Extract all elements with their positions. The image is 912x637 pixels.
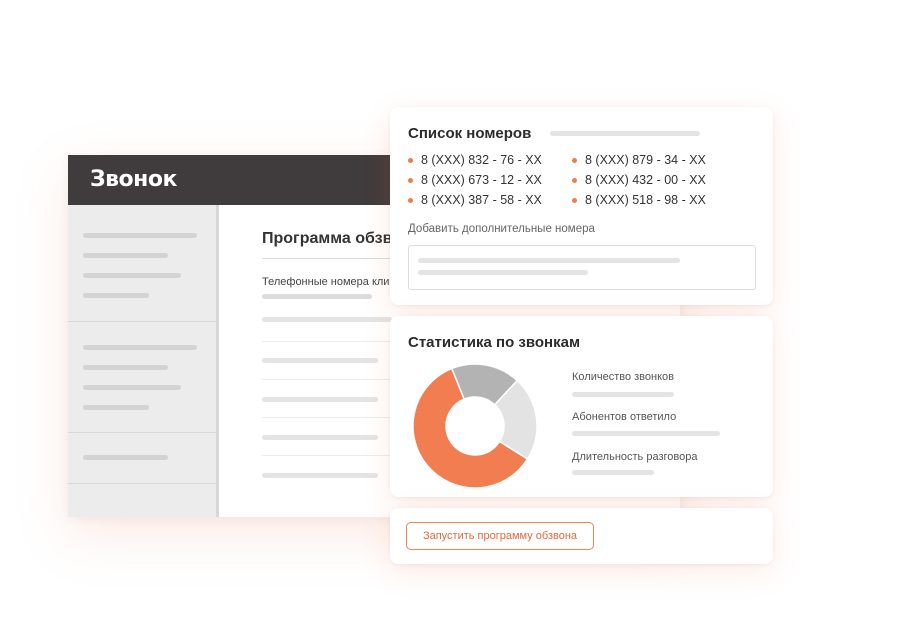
stat-label-calls: Количество звонков xyxy=(572,371,674,383)
app-logo[interactable]: Звонок xyxy=(90,167,177,192)
placeholder-line xyxy=(262,435,378,440)
sidebar-item-2[interactable] xyxy=(83,253,168,258)
sidebar-item-8[interactable] xyxy=(83,405,149,410)
stats-card-title: Статистика по звонкам xyxy=(408,334,581,351)
stat-value-bar-calls xyxy=(572,392,674,397)
run-dialer-button[interactable]: Запустить программу обзвона xyxy=(406,522,594,550)
stat-label-answered: Абонентов ответило xyxy=(572,411,677,423)
sidebar-item-1[interactable] xyxy=(83,233,197,238)
placeholder-line xyxy=(262,473,378,478)
sidebar-item-7[interactable] xyxy=(83,385,181,390)
sidebar xyxy=(68,205,219,517)
row-divider xyxy=(262,455,392,456)
row-divider xyxy=(262,417,392,418)
placeholder-line xyxy=(262,294,372,299)
stat-value-bar-duration xyxy=(572,470,654,475)
stats-card: Статистика по звонкам Количество звонков… xyxy=(390,316,773,497)
sidebar-item-3[interactable] xyxy=(83,273,181,278)
stat-value-bar-answered xyxy=(572,431,720,436)
sidebar-divider xyxy=(68,432,216,433)
add-numbers-label: Добавить дополнительные номера xyxy=(408,223,595,235)
phone-number-4[interactable]: 8 (XXX) 879 - 34 - XX xyxy=(572,153,706,167)
sidebar-divider xyxy=(68,483,216,484)
calls-donut-chart xyxy=(412,363,538,489)
placeholder-line xyxy=(262,397,378,402)
sidebar-divider xyxy=(68,321,216,322)
phone-number-5[interactable]: 8 (XXX) 432 - 00 - XX xyxy=(572,173,706,187)
title-placeholder-line xyxy=(550,131,700,136)
row-divider xyxy=(262,379,392,380)
numbers-card-title: Список номеров xyxy=(408,125,532,142)
stat-label-duration: Длительность разговора xyxy=(572,451,698,463)
title-divider xyxy=(262,258,392,259)
input-placeholder-line xyxy=(418,270,588,275)
row-divider xyxy=(262,341,392,342)
action-card: Запустить программу обзвона xyxy=(390,508,773,564)
phone-number-2[interactable]: 8 (XXX) 673 - 12 - XX xyxy=(408,173,542,187)
sidebar-item-4[interactable] xyxy=(83,293,149,298)
phone-number-3[interactable]: 8 (XXX) 387 - 58 - XX xyxy=(408,193,542,207)
phone-number-1[interactable]: 8 (XXX) 832 - 76 - XX xyxy=(408,153,542,167)
input-placeholder-line xyxy=(418,258,680,263)
phone-number-6[interactable]: 8 (XXX) 518 - 98 - XX xyxy=(572,193,706,207)
add-numbers-input[interactable] xyxy=(408,245,756,290)
placeholder-line xyxy=(262,358,378,363)
numbers-card: Список номеров 8 (XXX) 832 - 76 - XX 8 (… xyxy=(390,107,773,305)
placeholder-line xyxy=(262,317,392,322)
sidebar-item-5[interactable] xyxy=(83,345,197,350)
sidebar-item-6[interactable] xyxy=(83,365,168,370)
sidebar-item-9[interactable] xyxy=(83,455,168,460)
